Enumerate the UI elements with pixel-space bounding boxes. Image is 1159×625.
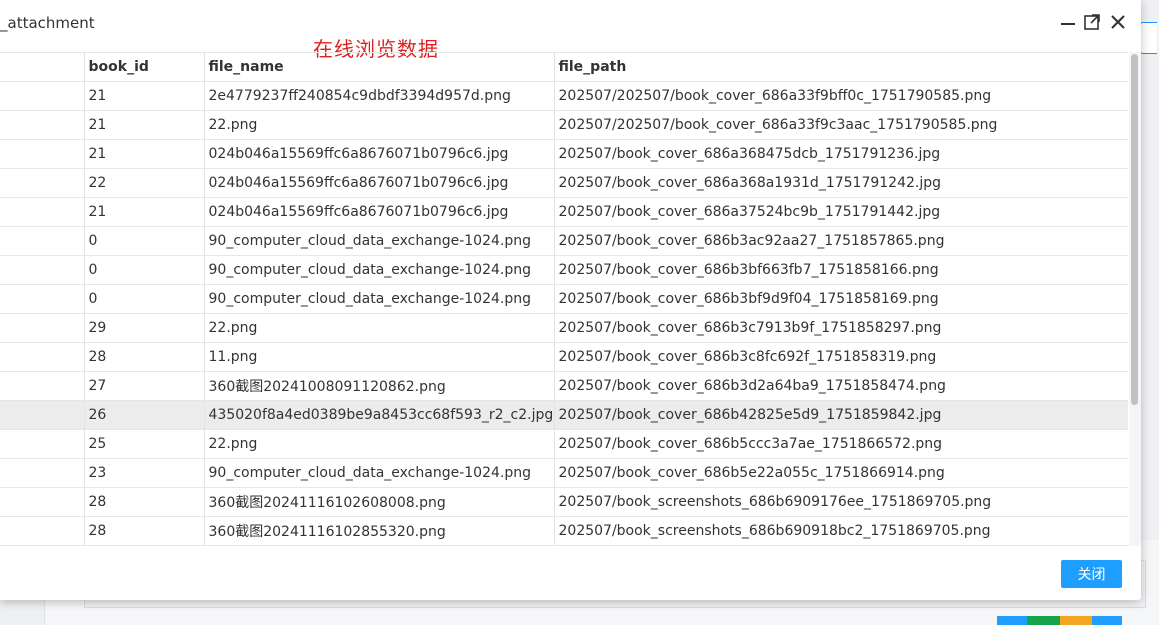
cell-book-id: 21 [84,139,205,169]
cell-file-name: 360截图20241116102608008.png [204,487,555,517]
column-header-file-name[interactable]: file_name [204,52,555,82]
cell-file-name: 360截图20241008091120862.png [204,371,555,401]
cell-file-name: 90_computer_cloud_data_exchange-1024.png [204,458,555,488]
column-header-book-id[interactable]: book_id [84,52,205,82]
cell-book-id: 23 [84,458,205,488]
table-row[interactable]: 29 22.png 202507/book_cover_686b3c7913b9f_… [0,313,1128,343]
cell-file-name: 90_computer_cloud_data_exchange-1024.png [204,255,555,285]
cell-file-path: 202507/book_screenshots_686b6909176ee_17… [554,487,1128,517]
cell-id [0,284,85,314]
table-row[interactable]: 21 22.png 202507/202507/book_cover_686a33f… [0,110,1128,140]
table-row[interactable]: 22 024b046a15569ffc6a8676071b0796c6.jpg 20… [0,168,1128,198]
table-row[interactable]: 0 90_computer_cloud_data_exchange-1024.pn… [0,226,1128,256]
table-row[interactable]: 23 90_computer_cloud_data_exchange-1024.p… [0,458,1128,488]
table-row[interactable]: 21 2e4779237ff240854c9dbdf3394d957d.png 20… [0,81,1128,111]
cell-book-id: 0 [84,284,205,314]
minimize-icon[interactable] [1057,11,1079,33]
cell-id [0,371,85,401]
cell-file-name: 22.png [204,429,555,459]
cell-id [0,255,85,285]
data-browse-dialog: _attachment 在线浏览数据 book_id file_name fil… [0,0,1141,600]
cell-file-name: 2e4779237ff240854c9dbdf3394d957d.png [204,81,555,111]
dialog-title: _attachment [0,14,95,32]
cell-book-id: 21 [84,110,205,140]
cell-file-name: 024b046a15569ffc6a8676071b0796c6.jpg [204,139,555,169]
cell-file-path: 202507/book_cover_686b3c8fc692f_17518583… [554,342,1128,372]
background-button[interactable] [1140,22,1157,54]
table-row[interactable]: 25 22.png 202507/book_cover_686b5ccc3a7ae_… [0,429,1128,459]
column-header[interactable] [0,52,85,82]
background-color-segment [1060,616,1092,625]
cell-file-path: 202507/book_cover_686b3ac92aa27_17518578… [554,226,1128,256]
cell-id [0,458,85,488]
cell-id [0,226,85,256]
cell-id [0,313,85,343]
cell-file-path: 202507/book_cover_686a368475dcb_17517912… [554,139,1128,169]
background-color-segment [1027,616,1060,625]
cell-id [0,429,85,459]
data-table-container[interactable]: book_id file_name file_path 21 2e4779237f… [0,52,1128,546]
table-row[interactable]: 26 435020f8a4ed0389be9a8453cc68f593_r2_c2… [0,400,1128,430]
cell-id [0,342,85,372]
cell-id [0,516,85,546]
cell-book-id: 21 [84,197,205,227]
cell-file-path: 202507/book_cover_686b5e22a055c_17518669… [554,458,1128,488]
cell-file-path: 202507/202507/book_cover_686a33f9bff0c_1… [554,81,1128,111]
table-row[interactable]: 21 024b046a15569ffc6a8676071b0796c6.jpg 20… [0,139,1128,169]
cell-file-path: 202507/book_cover_686a37524bc9b_17517914… [554,197,1128,227]
cell-file-name: 435020f8a4ed0389be9a8453cc68f593_r2_c2.j… [204,400,555,430]
cell-book-id: 21 [84,81,205,111]
column-header-file-path[interactable]: file_path [554,52,1128,82]
cell-file-path: 202507/book_cover_686b3d2a64ba9_17518584… [554,371,1128,401]
cell-book-id: 22 [84,168,205,198]
table-row[interactable]: 28 11.png 202507/book_cover_686b3c8fc692f_… [0,342,1128,372]
cell-id [0,139,85,169]
cell-file-path: 202507/book_cover_686a368a1931d_17517912… [554,168,1128,198]
background-color-segment [1092,616,1122,625]
close-icon[interactable] [1107,11,1129,33]
cell-file-name: 90_computer_cloud_data_exchange-1024.png [204,226,555,256]
cell-file-path: 202507/book_cover_686b42825e5d9_17518598… [554,400,1128,430]
cell-file-name: 11.png [204,342,555,372]
cell-book-id: 0 [84,226,205,256]
table-header-row: book_id file_name file_path [0,52,1128,82]
cell-file-path: 202507/202507/book_cover_686a33f9c3aac_1… [554,110,1128,140]
table-row[interactable]: 21 024b046a15569ffc6a8676071b0796c6.jpg 20… [0,197,1128,227]
close-button[interactable]: 关闭 [1061,560,1122,588]
cell-id [0,81,85,111]
table-row[interactable]: 28 360截图20241116102855320.png 202507/book_… [0,516,1128,546]
background-color-segment [997,616,1027,625]
cell-file-name: 22.png [204,110,555,140]
cell-id [0,168,85,198]
cell-id [0,197,85,227]
cell-book-id: 28 [84,516,205,546]
cell-book-id: 26 [84,400,205,430]
cell-id [0,110,85,140]
cell-file-name: 360截图20241116102855320.png [204,516,555,546]
cell-file-path: 202507/book_screenshots_686b690918bc2_17… [554,516,1128,546]
cell-id [0,487,85,517]
table-row[interactable]: 0 90_computer_cloud_data_exchange-1024.pn… [0,255,1128,285]
cell-id [0,400,85,430]
maximize-icon[interactable] [1081,11,1103,33]
cell-book-id: 27 [84,371,205,401]
cell-file-name: 22.png [204,313,555,343]
cell-book-id: 28 [84,487,205,517]
cell-book-id: 29 [84,313,205,343]
cell-book-id: 28 [84,342,205,372]
cell-file-path: 202507/book_cover_686b5ccc3a7ae_17518665… [554,429,1128,459]
cell-file-name: 024b046a15569ffc6a8676071b0796c6.jpg [204,197,555,227]
cell-file-name: 90_computer_cloud_data_exchange-1024.png [204,284,555,314]
table-row[interactable]: 27 360截图20241008091120862.png 202507/book_… [0,371,1128,401]
cell-file-path: 202507/book_cover_686b3bf9d9f04_17518581… [554,284,1128,314]
cell-file-path: 202507/book_cover_686b3bf663fb7_17518581… [554,255,1128,285]
data-table: book_id file_name file_path 21 2e4779237f… [0,52,1128,546]
table-row[interactable]: 28 360截图20241116102608008.png 202507/book_… [0,487,1128,517]
scrollbar-thumb[interactable] [1131,54,1138,405]
cell-book-id: 25 [84,429,205,459]
table-row[interactable]: 0 90_computer_cloud_data_exchange-1024.pn… [0,284,1128,314]
cell-file-name: 024b046a15569ffc6a8676071b0796c6.jpg [204,168,555,198]
cell-book-id: 0 [84,255,205,285]
cell-file-path: 202507/book_cover_686b3c7913b9f_17518582… [554,313,1128,343]
